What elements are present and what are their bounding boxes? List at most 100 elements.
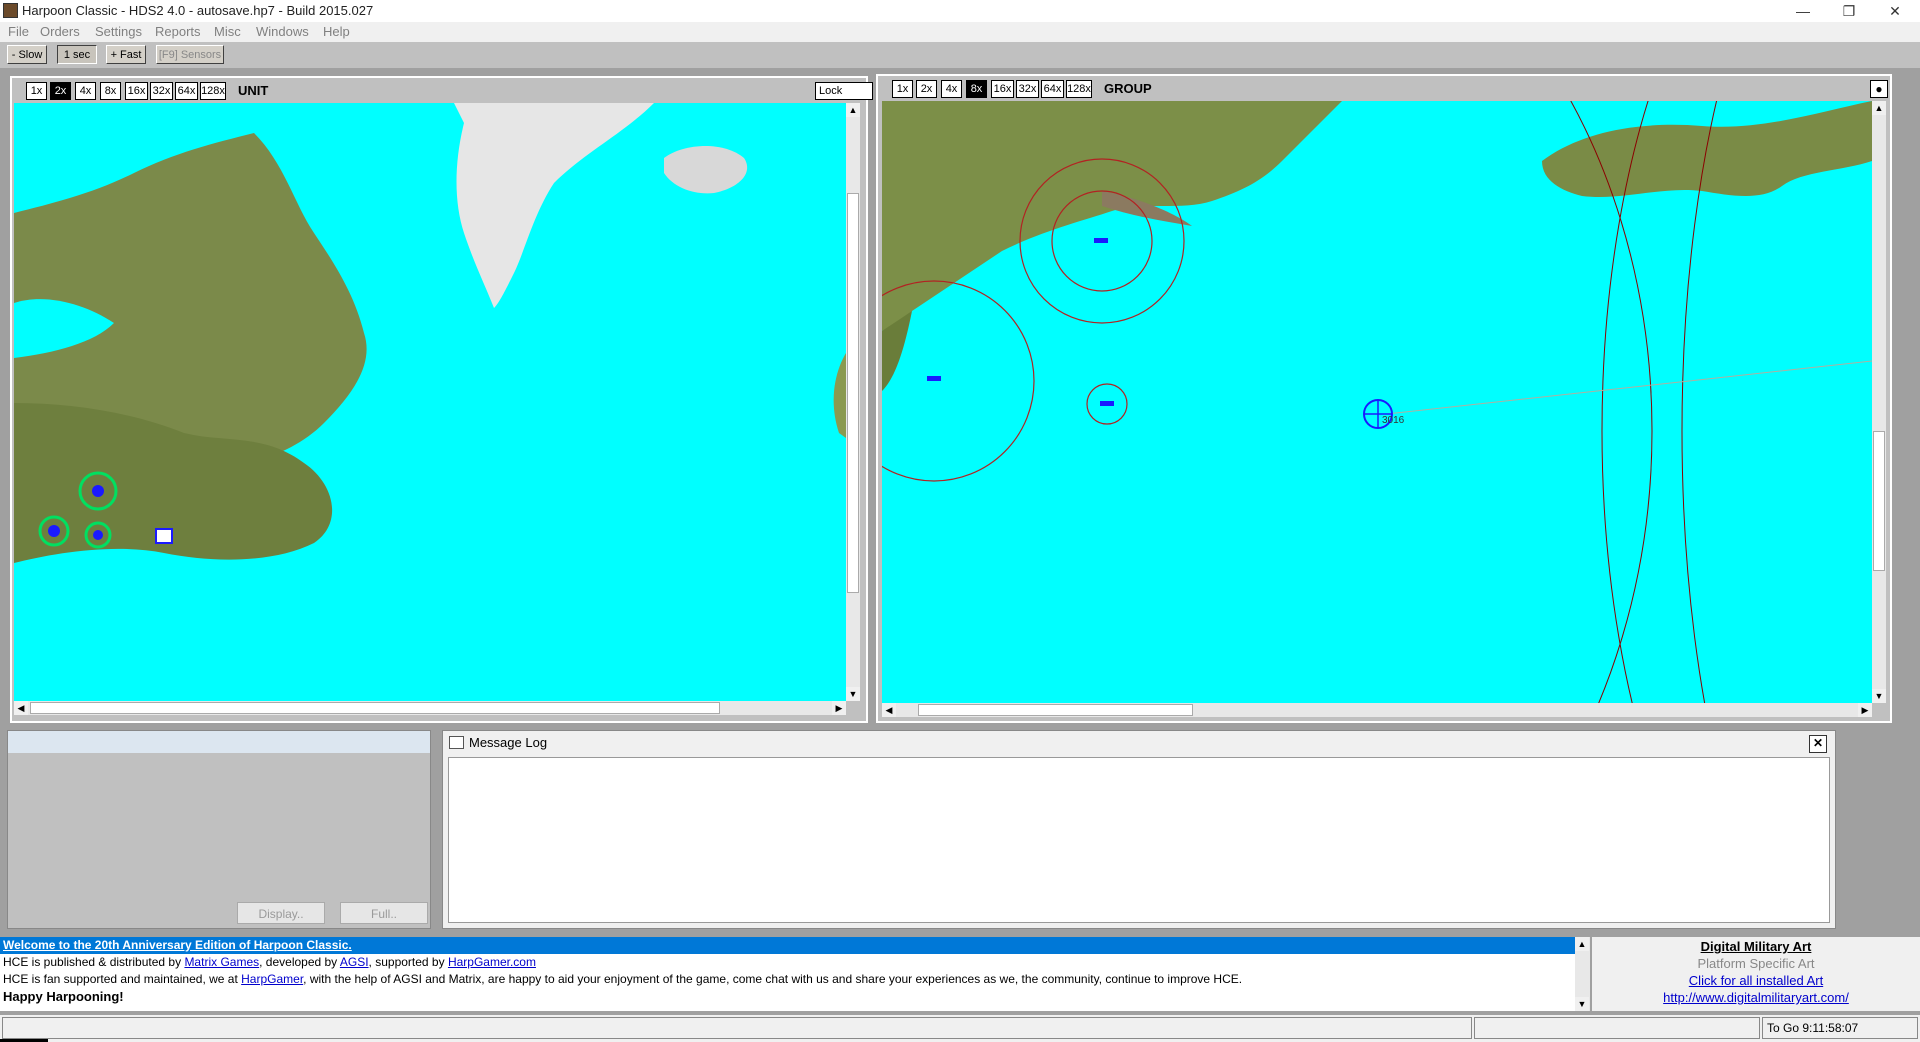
record-icon[interactable]: ● (1870, 80, 1888, 98)
menu-misc[interactable]: Misc (214, 24, 241, 39)
zoom-128x-button[interactable]: 128x (1066, 80, 1092, 98)
unit-map-vscroll[interactable]: ▲ ▼ (846, 103, 860, 701)
zoom-128x-button[interactable]: 128x (200, 82, 226, 100)
scroll-down-icon[interactable]: ▼ (846, 687, 860, 701)
scroll-down-icon[interactable]: ▼ (1872, 689, 1886, 703)
harpgamer-link[interactable]: HarpGamer (241, 972, 303, 986)
harpgamer-com-link[interactable]: HarpGamer.com (448, 955, 536, 969)
scroll-up-icon[interactable]: ▲ (846, 103, 860, 117)
menu-orders[interactable]: Orders (40, 24, 80, 39)
sensors-button[interactable]: [F9] Sensors (156, 45, 224, 64)
news-vscroll[interactable]: ▲ ▼ (1575, 937, 1590, 1011)
group-map-terrain: 3016 (882, 101, 1872, 703)
zoom-1x-button[interactable]: 1x (26, 82, 47, 100)
unit-map-hscroll[interactable]: ◀ ▶ (14, 701, 846, 715)
zoom-2x-button[interactable]: 2x (50, 82, 71, 100)
ship-icon-1[interactable] (1094, 238, 1108, 243)
unit-info-panel: Display.. Full.. (7, 730, 431, 929)
menu-bar: File Orders Settings Reports Misc Window… (0, 22, 1920, 42)
message-log-content[interactable] (448, 757, 1830, 923)
slow-button[interactable]: - Slow (7, 45, 47, 64)
greenland-ice (454, 103, 654, 308)
zoom-64x-button[interactable]: 64x (1041, 80, 1064, 98)
zoom-4x-button[interactable]: 4x (75, 82, 96, 100)
unit-map-window: 1x 2x 4x 8x 16x 32x 64x 128x UNIT Lock ▲… (10, 76, 873, 723)
menu-settings[interactable]: Settings (95, 24, 142, 39)
fast-button[interactable]: + Fast (106, 45, 146, 64)
ship-icon-2[interactable] (927, 376, 941, 381)
unit-map-hscroll-thumb[interactable] (30, 702, 720, 714)
scroll-left-icon[interactable]: ◀ (14, 701, 28, 715)
newfoundland-land (882, 101, 1342, 331)
time-to-go-display: To Go 9:11:58:07 (1762, 1017, 1918, 1039)
zoom-8x-button[interactable]: 8x (966, 80, 987, 98)
status-cell-middle (1474, 1017, 1760, 1039)
group-map-hscroll-thumb[interactable] (918, 704, 1193, 716)
group-map-hscroll[interactable]: ◀ ▶ (882, 703, 1872, 717)
scroll-up-icon[interactable]: ▲ (1575, 937, 1589, 951)
group-map-window: 1x 2x 4x 8x 16x 32x 64x 128x GROUP ● 301… (876, 74, 1892, 723)
menu-windows[interactable]: Windows (256, 24, 309, 39)
track-line (1386, 360, 1872, 415)
message-log-icon (449, 736, 464, 749)
news-line-publishers: HCE is published & distributed by Matrix… (3, 954, 536, 971)
digital-military-art-link[interactable]: http://www.digitalmilitaryart.com/ (1663, 990, 1849, 1005)
zoom-16x-button[interactable]: 16x (991, 80, 1014, 98)
zoom-1x-button[interactable]: 1x (892, 80, 913, 98)
zoom-2x-button[interactable]: 2x (916, 80, 937, 98)
time-compression-button[interactable]: 1 sec (57, 45, 97, 64)
news-headline[interactable]: Welcome to the 20th Anniversary Edition … (3, 937, 352, 954)
art-panel-title: Digital Military Art (1700, 939, 1812, 954)
news-signoff: Happy Harpooning! (3, 989, 124, 1004)
zoom-64x-button[interactable]: 64x (175, 82, 198, 100)
menu-file[interactable]: File (8, 24, 29, 39)
agsi-link[interactable]: AGSI (340, 955, 369, 969)
menu-reports[interactable]: Reports (155, 24, 201, 39)
group-map-vscroll-thumb[interactable] (1873, 431, 1885, 571)
scroll-left-icon[interactable]: ◀ (882, 703, 896, 717)
zoom-32x-button[interactable]: 32x (1016, 80, 1039, 98)
minimize-button[interactable]: — (1780, 0, 1826, 22)
zoom-16x-button[interactable]: 16x (125, 82, 148, 100)
scroll-right-icon[interactable]: ▶ (832, 701, 846, 715)
scroll-down-icon[interactable]: ▼ (1575, 997, 1589, 1011)
installed-art-link[interactable]: Click for all installed Art (1689, 973, 1823, 988)
scroll-up-icon[interactable]: ▲ (1872, 101, 1886, 115)
unit-icon-2[interactable] (48, 525, 60, 537)
group-zoom-bar: 1x 2x 4x 8x 16x 32x 64x 128x GROUP ● (892, 80, 1892, 98)
art-panel: Digital Military Art Platform Specific A… (1592, 937, 1920, 1011)
news-header-bar: Welcome to the 20th Anniversary Edition … (0, 937, 1575, 954)
zoom-8x-button[interactable]: 8x (100, 82, 121, 100)
news-line-community: HCE is fan supported and maintained, we … (3, 971, 1242, 988)
restore-button[interactable]: ❐ (1826, 0, 1872, 22)
unit-icon-3[interactable] (93, 530, 103, 540)
message-log-close-button[interactable]: ✕ (1809, 735, 1827, 753)
display-button[interactable]: Display.. (237, 902, 325, 924)
unit-map-vscroll-thumb[interactable] (847, 193, 859, 593)
message-log-title: Message Log (469, 735, 548, 750)
title-bar: Harpoon Classic - HDS2 4.0 - autosave.hp… (0, 0, 1920, 22)
matrix-games-link[interactable]: Matrix Games (184, 955, 259, 969)
zoom-32x-button[interactable]: 32x (150, 82, 173, 100)
close-button[interactable]: ✕ (1872, 0, 1918, 22)
selected-unit-marker[interactable] (155, 528, 173, 544)
art-link-container: Click for all installed Art (1592, 973, 1920, 988)
zoom-4x-button[interactable]: 4x (941, 80, 962, 98)
news-text: HCE is published & distributed by (3, 955, 185, 969)
unit-map-label: UNIT (238, 83, 269, 98)
status-cell-main (2, 1017, 1472, 1039)
unit-map-terrain (14, 103, 846, 563)
unit-map-view[interactable] (14, 103, 846, 701)
unit-id-label: 3016 (1382, 415, 1405, 426)
full-button[interactable]: Full.. (340, 902, 428, 924)
scroll-right-icon[interactable]: ▶ (1858, 703, 1872, 717)
group-map-vscroll[interactable]: ▲ ▼ (1872, 101, 1886, 703)
northeast-land (1542, 101, 1872, 198)
ship-icon-3[interactable] (1100, 401, 1114, 406)
unit-icon-1[interactable] (92, 485, 104, 497)
menu-help[interactable]: Help (323, 24, 350, 39)
message-log-window: Message Log ✕ (442, 730, 1836, 929)
window-title: Harpoon Classic - HDS2 4.0 - autosave.hp… (22, 3, 374, 18)
group-map-view[interactable]: 3016 (882, 101, 1872, 703)
lock-button[interactable]: Lock (815, 82, 873, 100)
